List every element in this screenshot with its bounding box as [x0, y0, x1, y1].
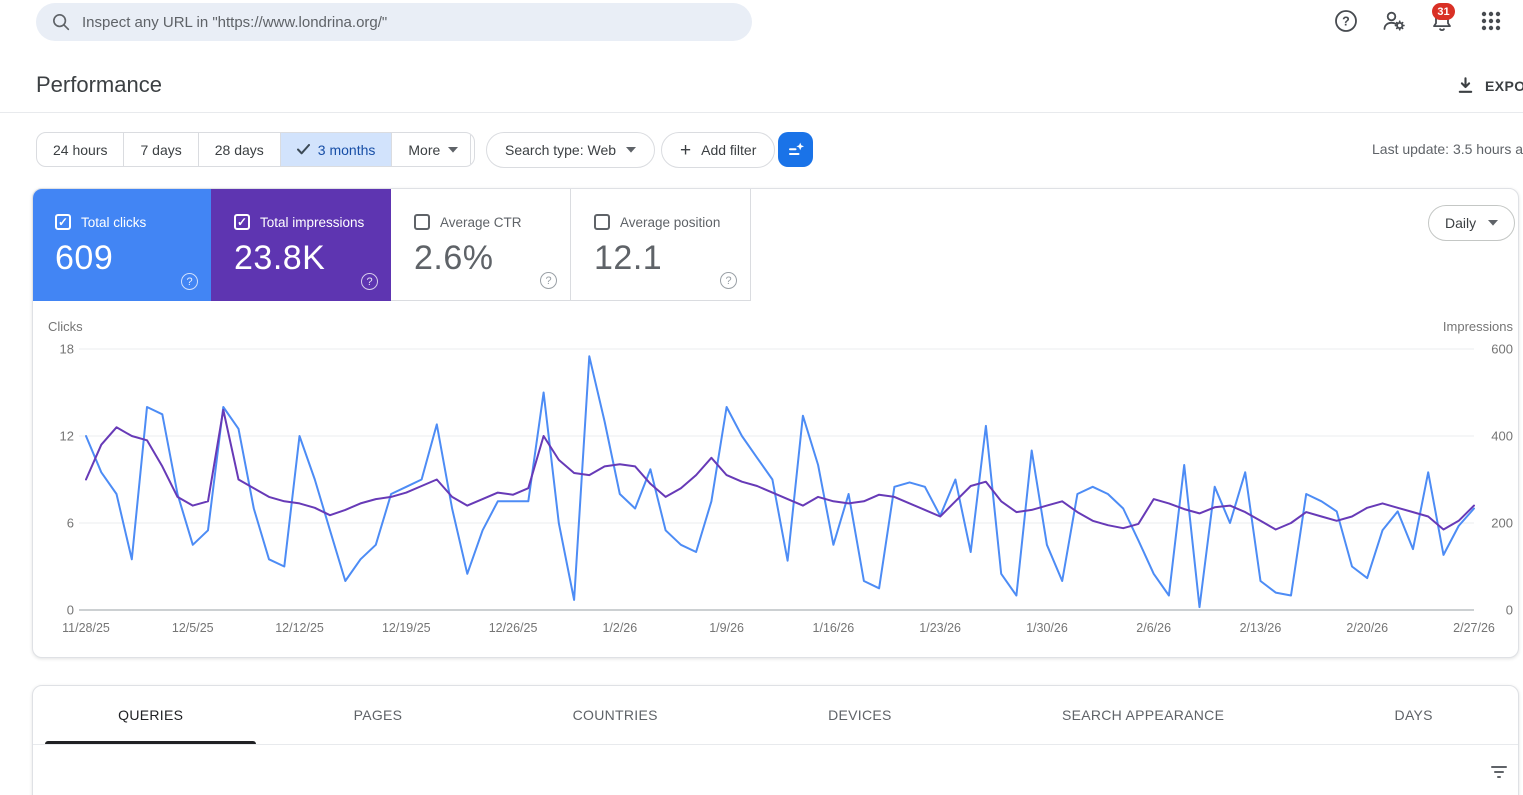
filter-row-divider: [470, 135, 471, 164]
tab-queries[interactable]: QUERIES: [33, 686, 268, 744]
add-filter-button[interactable]: + Add filter: [661, 132, 776, 168]
x-axis-label: 12/12/25: [275, 621, 324, 635]
metric-tile-average-position[interactable]: Average position 12.1?: [571, 189, 751, 301]
x-axis-label: 11/28/25: [62, 621, 110, 635]
metric-label: Total clicks: [81, 214, 147, 230]
metric-tile-total-clicks[interactable]: ✓ Total clicks 609?: [33, 189, 211, 301]
x-axis-label: 2/6/26: [1136, 621, 1171, 635]
x-axis-label: 12/26/25: [489, 621, 538, 635]
date-range-chip-3-months[interactable]: 3 months: [280, 133, 393, 166]
left-axis-tick: 18: [60, 342, 74, 357]
filter-sparkle-icon: [788, 142, 804, 155]
metric-tile-average-ctr[interactable]: Average CTR 2.6%?: [391, 189, 571, 301]
date-range-label: 28 days: [214, 141, 264, 158]
url-inspect-search-bar[interactable]: [36, 3, 752, 41]
performance-line-chart[interactable]: 0 0 6 200 12 400 18 600 Clicks Impressions 11/28/2…: [33, 309, 1519, 639]
download-icon: [1458, 77, 1473, 93]
x-axis-label: 2/27/26: [1453, 621, 1495, 635]
left-axis-tick: 6: [67, 516, 74, 531]
date-range-chip-7-days[interactable]: 7 days: [124, 133, 199, 166]
x-axis-label: 2/13/26: [1240, 621, 1282, 635]
svg-text:?: ?: [1342, 15, 1350, 29]
x-axis-label: 1/30/26: [1026, 621, 1068, 635]
metric-label: Total impressions: [260, 214, 365, 230]
date-range-label: 7 days: [140, 141, 182, 158]
date-range-chip-28-days[interactable]: 28 days: [199, 133, 281, 166]
right-axis-tick: 200: [1491, 516, 1513, 531]
date-range-selector: 24 hours 7 days 28 days 3 months More: [36, 132, 476, 167]
x-axis-label: 12/19/25: [382, 621, 431, 635]
export-label: EXPORT: [1485, 77, 1523, 94]
table-filter-icon[interactable]: [1489, 762, 1509, 782]
left-axis-title: Clicks: [48, 319, 83, 334]
right-axis-title: Impressions: [1443, 319, 1514, 334]
date-range-label: 3 months: [317, 141, 376, 158]
right-axis-tick: 400: [1491, 429, 1513, 444]
search-type-label: Search type: Web: [505, 142, 617, 158]
page-title: Performance: [36, 72, 162, 97]
account-settings-icon[interactable]: [1381, 8, 1407, 34]
tab-devices[interactable]: DEVICES: [743, 686, 977, 744]
granularity-dropdown[interactable]: Daily: [1428, 205, 1516, 241]
header-divider: [0, 112, 1523, 113]
chevron-down-icon: [626, 147, 637, 153]
add-filter-label: Add filter: [701, 142, 757, 158]
help-icon[interactable]: ?: [181, 273, 198, 290]
performance-chart-card: ✓ Total clicks 609? ✓ Total impressions 23.8K…: [32, 188, 1519, 658]
chevron-down-icon: [1488, 220, 1499, 226]
granularity-label: Daily: [1445, 215, 1477, 231]
dimensions-table-card: QUERIES PAGES COUNTRIES DEVICES SEARCH APPEA…: [32, 685, 1519, 795]
tab-search-appearance[interactable]: SEARCH APPEARANCE: [977, 686, 1310, 744]
metric-label: Average CTR: [440, 214, 522, 230]
metric-label: Average position: [620, 214, 721, 230]
filter-bar-toggle-button[interactable]: [778, 132, 813, 167]
last-update-text: Last update: 3.5 hours ago: [1372, 141, 1523, 157]
x-axis-label: 12/5/25: [172, 621, 214, 635]
x-axis-label: 1/9/26: [709, 621, 744, 635]
apps-grid-icon[interactable]: [1478, 8, 1504, 34]
clicks-line: [85, 355, 1475, 609]
search-type-dropdown[interactable]: Search type: Web: [486, 132, 656, 168]
x-axis-label: 1/16/26: [813, 621, 855, 635]
average-ctr-checkbox[interactable]: [414, 214, 430, 230]
notification-count-badge: 31: [1432, 3, 1455, 20]
check-icon: [296, 144, 310, 155]
metric-tile-total-impressions[interactable]: ✓ Total impressions 23.8K?: [211, 189, 391, 301]
export-button[interactable]: EXPORT: [1456, 76, 1523, 95]
right-axis-tick: 600: [1491, 342, 1513, 357]
left-axis-tick: 0: [67, 603, 74, 618]
date-range-chip-24-hours[interactable]: 24 hours: [37, 133, 125, 166]
help-icon[interactable]: ?: [540, 272, 557, 289]
date-range-more-dropdown[interactable]: More: [392, 133, 474, 166]
tab-pages[interactable]: PAGES: [268, 686, 487, 744]
help-icon[interactable]: ?: [720, 272, 737, 289]
plus-icon: +: [680, 139, 692, 161]
average-position-checkbox[interactable]: [594, 214, 610, 230]
x-axis-label: 1/23/26: [919, 621, 961, 635]
total-clicks-checkbox[interactable]: ✓: [55, 214, 71, 230]
total-impressions-checkbox[interactable]: ✓: [234, 214, 250, 230]
date-range-label: 24 hours: [53, 141, 108, 158]
search-icon: [53, 14, 70, 31]
left-axis-tick: 12: [60, 429, 74, 444]
search-input[interactable]: [82, 13, 738, 31]
x-axis-label: 2/20/26: [1346, 621, 1388, 635]
metric-tiles: ✓ Total clicks 609? ✓ Total impressions 23.8K…: [33, 189, 751, 301]
dimension-tabs: QUERIES PAGES COUNTRIES DEVICES SEARCH APPEA…: [33, 686, 1518, 745]
tab-days[interactable]: DAYS: [1309, 686, 1518, 744]
impressions-line: [85, 408, 1475, 531]
tab-countries[interactable]: COUNTRIES: [487, 686, 742, 744]
help-icon[interactable]: ?: [1333, 8, 1359, 34]
more-label: More: [408, 141, 441, 158]
chevron-down-icon: [448, 146, 459, 153]
x-axis-label: 1/2/26: [602, 621, 637, 635]
help-icon[interactable]: ?: [361, 273, 378, 290]
right-axis-tick: 0: [1506, 603, 1513, 618]
